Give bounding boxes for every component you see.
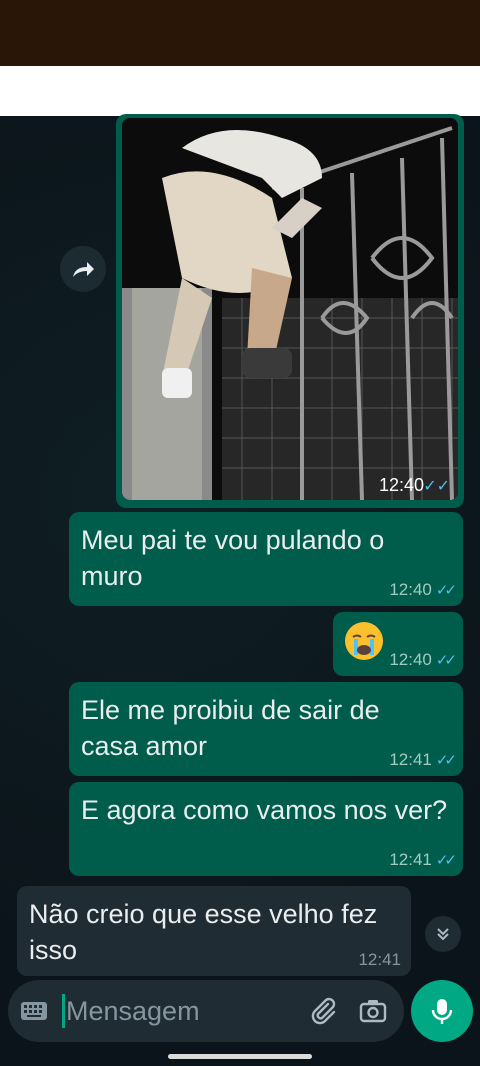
double-check-read-icon: ✓✓ xyxy=(435,582,457,599)
chat-header xyxy=(0,66,480,116)
message-text: Não creio que esse velho fez isso xyxy=(29,899,378,965)
message-meta: 12:41 ✓✓ xyxy=(389,850,457,870)
message-text: Ele me proibiu de sair de casa amor xyxy=(81,695,380,761)
double-check-read-icon: ✓✓ xyxy=(435,752,457,769)
message-meta: 12:40 ✓✓ xyxy=(389,650,457,670)
media-photo[interactable] xyxy=(122,118,458,500)
outgoing-message[interactable]: Meu pai te vou pulando o muro 12:40 ✓✓ xyxy=(69,512,463,606)
media-message-bubble[interactable]: 12:40 ✓✓ xyxy=(116,114,464,508)
message-meta: 12:41 xyxy=(358,950,401,970)
message-time: 12:41 xyxy=(389,750,432,769)
double-check-read-icon: ✓✓ xyxy=(423,478,450,495)
keyboard-icon[interactable] xyxy=(20,1000,48,1022)
message-meta: 12:40 ✓✓ xyxy=(389,580,457,600)
message-composer[interactable] xyxy=(8,980,404,1042)
message-meta: 12:41 ✓✓ xyxy=(389,750,457,770)
outgoing-message[interactable]: 12:40 ✓✓ xyxy=(333,612,463,676)
double-check-read-icon: ✓✓ xyxy=(435,852,457,869)
status-bar xyxy=(0,0,480,66)
incoming-message[interactable]: Não creio que esse velho fez isso 12:41 xyxy=(17,886,411,976)
message-time: 12:40 xyxy=(389,650,432,669)
camera-icon[interactable] xyxy=(358,996,388,1026)
message-time: 12:41 xyxy=(358,950,401,969)
forward-arrow-icon[interactable] xyxy=(60,246,106,292)
double-check-read-icon: ✓✓ xyxy=(435,652,457,669)
double-chevron-down-icon[interactable] xyxy=(425,916,461,952)
message-time: 12:40 xyxy=(389,580,432,599)
home-indicator xyxy=(168,1054,312,1059)
outgoing-message[interactable]: E agora como vamos nos ver? 12:41 ✓✓ xyxy=(69,782,463,876)
outgoing-message[interactable]: Ele me proibiu de sair de casa amor 12:4… xyxy=(69,682,463,776)
microphone-button[interactable] xyxy=(411,980,473,1042)
message-time: 12:40 xyxy=(378,475,424,495)
message-time: 12:41 xyxy=(389,850,432,869)
microphone-icon xyxy=(431,999,453,1024)
message-input[interactable] xyxy=(66,994,296,1028)
text-caret xyxy=(62,994,65,1028)
crying-face-emoji xyxy=(345,622,383,660)
paperclip-icon[interactable] xyxy=(308,996,338,1026)
message-text: E agora como vamos nos ver? xyxy=(81,795,448,825)
